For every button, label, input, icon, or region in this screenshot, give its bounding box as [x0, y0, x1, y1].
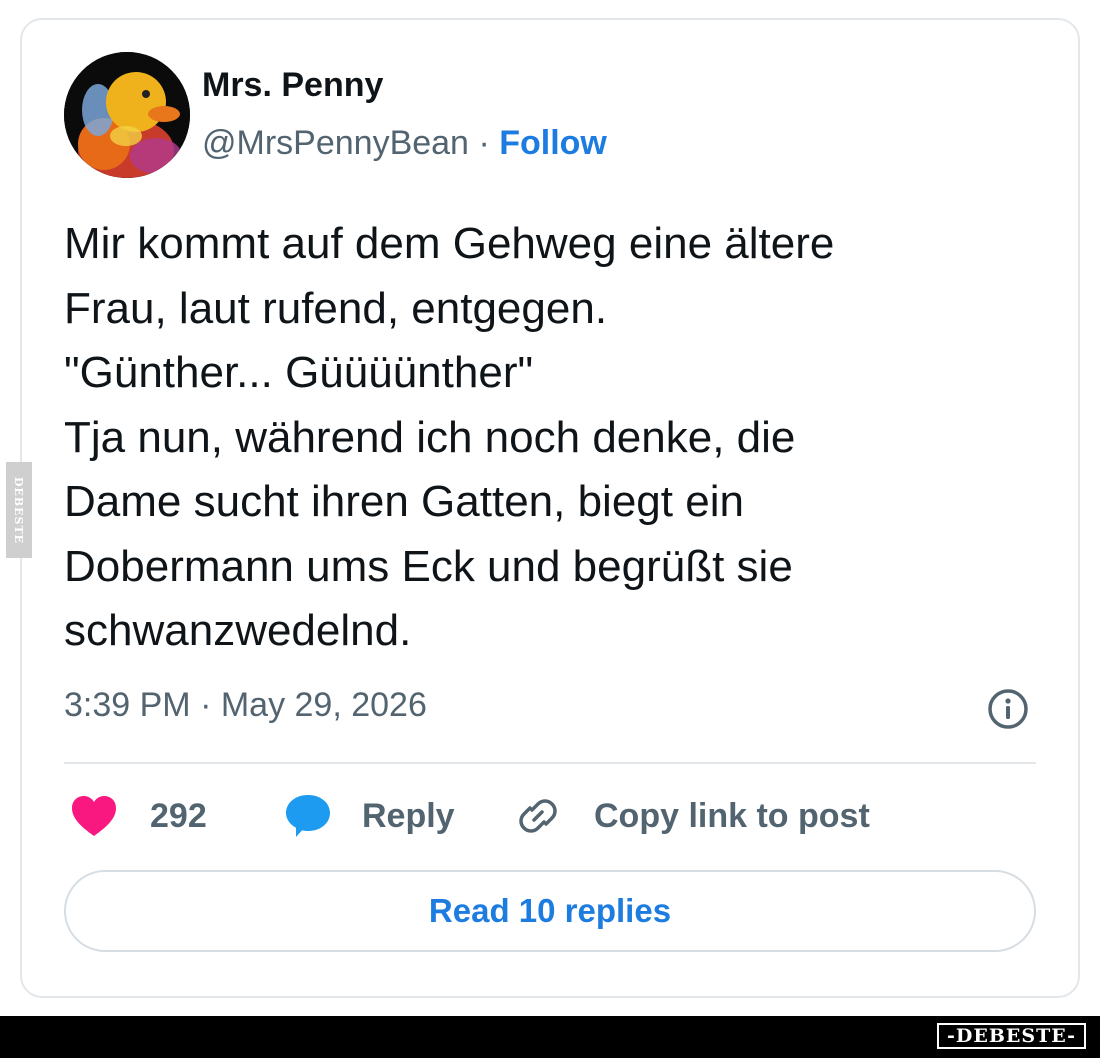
copy-link-button[interactable]: Copy link to post	[512, 790, 870, 842]
like-button[interactable]: 292	[70, 790, 207, 842]
reply-button[interactable]: Reply	[284, 790, 455, 842]
rubber-duck-avatar	[64, 52, 190, 178]
side-watermark: DEBESTE	[6, 462, 32, 558]
tweet-text: Mir kommt auf dem Gehweg eine ältere Fra…	[64, 212, 1054, 664]
tweet-text-line: Tja nun, während ich noch denke, die	[64, 412, 796, 462]
like-count: 292	[150, 796, 207, 835]
tweet-text-line: Mir kommt auf dem Gehweg eine ältere	[64, 219, 835, 268]
bottom-watermark-bar: -DEBESTE-	[0, 1016, 1100, 1058]
side-watermark-text: DEBESTE	[12, 476, 26, 544]
heart-icon	[72, 796, 116, 836]
tweet-text-line: "Günther... Güüüünther"	[64, 348, 534, 397]
divider	[64, 762, 1036, 764]
reply-label: Reply	[362, 796, 455, 835]
watermark-logo: -DEBESTE-	[937, 1023, 1086, 1049]
follow-button[interactable]: Follow	[499, 124, 607, 162]
handle-row: @MrsPennyBean · Follow	[202, 124, 607, 163]
copy-link-label: Copy link to post	[594, 796, 870, 835]
read-replies-button[interactable]: Read 10 replies	[64, 870, 1036, 952]
display-name[interactable]: Mrs. Penny	[202, 66, 383, 105]
timestamp[interactable]: 3:39 PM · May 29, 2026	[64, 686, 427, 725]
tweet-text-line: Frau, laut rufend, entgegen.	[64, 283, 608, 333]
avatar[interactable]	[64, 52, 190, 178]
tweet-text-line: schwanzwedelnd.	[64, 606, 412, 655]
separator-dot: ·	[478, 124, 490, 162]
tweet-text-line: Dobermann ums Eck und begrüßt sie	[64, 541, 793, 591]
speech-bubble-icon	[286, 795, 330, 837]
link-icon	[519, 799, 557, 833]
info-icon[interactable]	[986, 687, 1030, 731]
user-handle[interactable]: @MrsPennyBean	[202, 124, 469, 162]
tweet-text-line: Dame sucht ihren Gatten, biegt ein	[64, 477, 744, 526]
